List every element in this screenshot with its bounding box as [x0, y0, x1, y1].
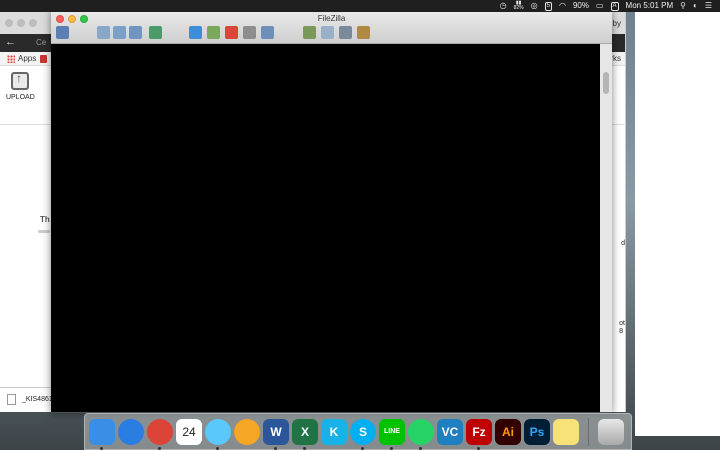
- illustrator-icon[interactable]: Ai: [495, 418, 521, 445]
- running-indicator: [419, 446, 422, 450]
- messages-icon[interactable]: [205, 418, 231, 450]
- filezilla-titlebar[interactable]: FileZilla: [51, 12, 612, 44]
- stickies-icon[interactable]: [553, 418, 579, 445]
- upload-label: UPLOAD: [6, 94, 35, 101]
- menu-bar: ◷ ▮▮ 82% ◎ 5 ◠ 90% ▭ A Mon 5:01 PM ⚲ ◐ ☰: [0, 0, 720, 12]
- window-title: FileZilla: [317, 14, 346, 23]
- wifi-icon[interactable]: ◠: [559, 0, 566, 12]
- filezilla-content-area[interactable]: [51, 44, 612, 412]
- whatsapp-icon[interactable]: [408, 418, 434, 450]
- chrome-icon[interactable]: [147, 418, 173, 450]
- resize-corner[interactable]: [600, 400, 612, 412]
- skype-icon[interactable]: S: [350, 418, 376, 450]
- battery-percent[interactable]: 90%: [573, 0, 589, 12]
- running-indicator: [390, 446, 393, 450]
- progress-fragment: [38, 230, 50, 233]
- battery-meter-text: 82%: [513, 5, 524, 11]
- toggle-local-tree-icon[interactable]: [113, 26, 126, 39]
- toggle-message-log-icon[interactable]: [97, 26, 110, 39]
- filezilla-icon[interactable]: Fz: [466, 418, 492, 450]
- site-manager-icon[interactable]: [56, 26, 69, 39]
- cancel-icon[interactable]: [225, 26, 238, 39]
- chrome-minimize-icon[interactable]: [17, 19, 25, 27]
- photoshop-icon[interactable]: Ps: [524, 418, 550, 445]
- dock-separator: [588, 417, 589, 446]
- running-indicator: [303, 446, 306, 450]
- chrome-close-icon[interactable]: [5, 19, 13, 27]
- 5-icon[interactable]: 5: [544, 1, 552, 11]
- search-remote-icon[interactable]: [357, 26, 370, 39]
- address-hint: Ce: [36, 38, 47, 47]
- chrome-profile-hint: by: [612, 19, 621, 28]
- trash-icon[interactable]: [598, 418, 624, 445]
- file-icon: [7, 394, 16, 405]
- upload-button[interactable]: UPLOAD: [6, 71, 35, 112]
- reconnect-icon[interactable]: [261, 26, 274, 39]
- calendar-icon[interactable]: 24: [176, 418, 202, 445]
- user-icon[interactable]: ◐: [693, 0, 698, 12]
- scrollbar-thumb[interactable]: [603, 72, 609, 94]
- side-text-fragment: d: [621, 240, 625, 247]
- sync-browsing-icon[interactable]: [321, 26, 334, 39]
- bookmark-apps[interactable]: Apps: [18, 54, 36, 63]
- desktop-window-right: [635, 12, 720, 436]
- chrome-maximize-icon[interactable]: [29, 19, 37, 27]
- clock-check-icon[interactable]: ◷: [500, 0, 507, 12]
- safari-icon[interactable]: [118, 418, 144, 445]
- dock: 24 W X K S LINE VC Fz Ai Ps: [84, 413, 632, 450]
- directory-filter-icon[interactable]: [303, 26, 316, 39]
- vnc-icon[interactable]: VC: [437, 418, 463, 445]
- running-indicator: [100, 446, 103, 450]
- download-item[interactable]: _KIS4861: [22, 396, 53, 403]
- word-icon[interactable]: W: [263, 418, 289, 450]
- input-source-icon[interactable]: A: [610, 1, 619, 11]
- running-indicator: [361, 446, 364, 450]
- compare-dirs-icon[interactable]: [339, 26, 352, 39]
- filezilla-window[interactable]: FileZilla: [51, 12, 612, 413]
- toggle-transfer-queue-icon[interactable]: [149, 26, 162, 39]
- excel-icon[interactable]: X: [292, 418, 318, 450]
- battery-meter-widget[interactable]: ▮▮ 82%: [514, 1, 524, 11]
- photos-icon[interactable]: [234, 418, 260, 445]
- toggle-remote-tree-icon[interactable]: [129, 26, 142, 39]
- side-text-fragment-2: ot 8: [619, 320, 625, 335]
- line-icon[interactable]: LINE: [379, 418, 405, 450]
- running-indicator: [477, 446, 480, 450]
- back-arrow-icon[interactable]: ←: [5, 36, 16, 48]
- vertical-scrollbar[interactable]: [600, 44, 612, 412]
- kodi-icon[interactable]: K: [321, 418, 347, 445]
- finder-icon[interactable]: [89, 418, 115, 450]
- running-indicator: [216, 446, 219, 450]
- spotlight-icon[interactable]: ⚲: [680, 0, 686, 12]
- running-indicator: [274, 446, 277, 450]
- apps-grid-icon[interactable]: [7, 55, 15, 63]
- menu-clock[interactable]: Mon 5:01 PM: [626, 0, 674, 12]
- upload-icon: [11, 71, 29, 90]
- cc-icon[interactable]: ◎: [531, 0, 538, 12]
- notification-center-icon[interactable]: ☰: [705, 0, 712, 12]
- process-queue-icon[interactable]: [207, 26, 220, 39]
- running-indicator: [158, 446, 161, 450]
- battery-icon[interactable]: ▭: [596, 0, 604, 12]
- page-heading-fragment: Th: [40, 215, 50, 224]
- bookmark-favicon-icon[interactable]: [40, 55, 47, 63]
- disconnect-icon[interactable]: [243, 26, 256, 39]
- refresh-icon[interactable]: [189, 26, 202, 39]
